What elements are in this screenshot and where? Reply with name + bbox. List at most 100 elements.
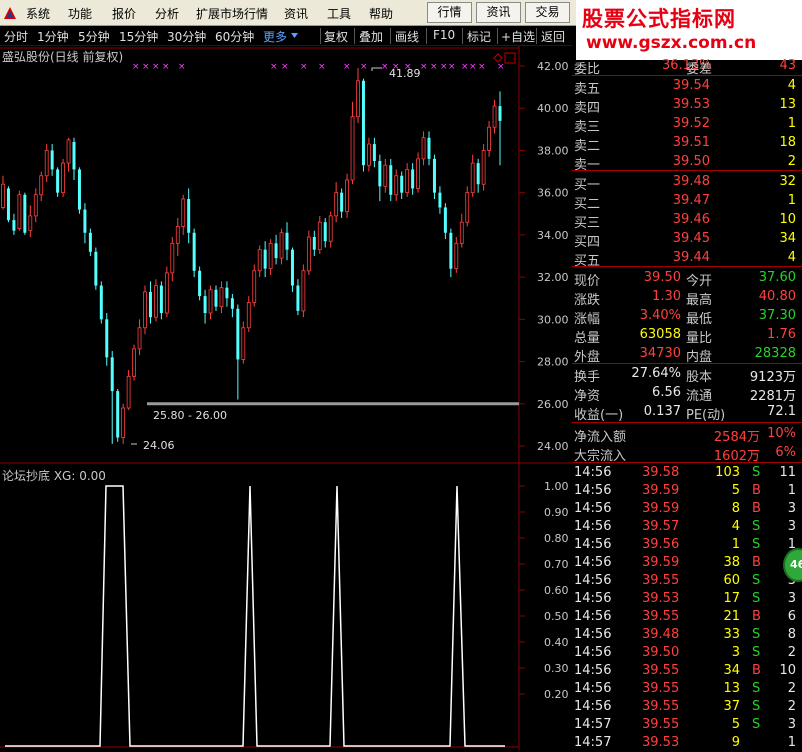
period-30min-button[interactable]: 30分钟 [167, 28, 206, 45]
fin-label: 流通 [686, 389, 713, 404]
fin-label: 净资 [574, 389, 601, 404]
tick-count: 1 [787, 735, 796, 750]
signal-marker: × [162, 62, 170, 72]
tick-side: S [752, 537, 761, 552]
candle-body-down [378, 161, 382, 187]
stat-label: 涨幅 [574, 312, 601, 327]
ind-tick-label: 0.90 [544, 506, 569, 519]
menu-analysis[interactable]: 分析 [155, 5, 179, 22]
menu-function[interactable]: 功能 [68, 5, 92, 22]
candle-body-down [498, 106, 502, 121]
candle-body-down [361, 80, 365, 166]
toolbar-divider [536, 28, 537, 44]
candle-body-down [290, 249, 294, 286]
ind-tick-label: 0.50 [544, 610, 569, 623]
divider [572, 422, 802, 423]
signal-marker: × [178, 62, 186, 72]
tick-count: 3 [787, 717, 796, 732]
candle-body-up [306, 236, 311, 272]
period-1min-button[interactable]: 1分钟 [37, 28, 69, 45]
period-15min-button[interactable]: 15分钟 [119, 28, 158, 45]
y-tick-label: 24.00 [537, 440, 569, 453]
tick-volume: 1 [731, 537, 740, 552]
chart-title: 盛弘股份(日线 前复权) [2, 50, 124, 64]
candle-body-up [356, 80, 360, 118]
signal-marker: × [430, 62, 438, 72]
back-button[interactable]: 返回 [541, 28, 565, 45]
bid-label: 买二 [574, 197, 601, 212]
tick-row: 14:56 39.55 37 S 2 [572, 698, 800, 716]
period-60min-button[interactable]: 60分钟 [215, 28, 254, 45]
candle-body-down [432, 158, 436, 193]
signal-marker: × [343, 62, 351, 72]
stat-row: 涨幅 3.40% 最低 37.30 [572, 307, 800, 327]
fin-row: 净资 6.56 流通 2281万 [572, 384, 800, 404]
candle-body-up [208, 289, 213, 314]
tick-volume: 21 [723, 609, 740, 624]
menu-system[interactable]: 系统 [26, 5, 50, 22]
f10-button[interactable]: F10 [433, 28, 455, 42]
candle-body-down [296, 285, 300, 311]
candle-body-up [1, 183, 5, 208]
bid-price: 39.46 [672, 212, 710, 227]
restore-rights-button[interactable]: 复权 [324, 28, 348, 45]
menu-tools[interactable]: 工具 [327, 5, 351, 22]
tab-market[interactable]: 行情 [427, 2, 472, 23]
tab-news[interactable]: 资讯 [476, 2, 521, 23]
menu-help[interactable]: 帮助 [369, 5, 393, 22]
stat-value: 37.30 [758, 308, 796, 323]
stat-value: 1.76 [767, 327, 796, 342]
stat-row: 现价 39.50 今开 37.60 [572, 269, 800, 289]
tick-volume: 3 [731, 645, 740, 660]
candle-body-down [449, 232, 453, 269]
candle-body-up [421, 137, 426, 160]
y-tick-label: 28.00 [537, 356, 569, 369]
overlay-button[interactable]: 叠加 [359, 28, 383, 45]
candle-body-up [164, 272, 169, 314]
tick-row: 14:56 39.55 34 B 10 [572, 662, 800, 680]
bid-volume: 4 [787, 250, 796, 265]
tick-price: 39.59 [642, 483, 680, 498]
menu-news[interactable]: 资讯 [284, 5, 308, 22]
draw-line-button[interactable]: 画线 [395, 28, 419, 45]
add-watchlist-button[interactable]: +自选 [501, 28, 535, 45]
tick-time: 14:56 [574, 645, 612, 660]
y-tick-label: 36.00 [537, 187, 569, 200]
candle-body-down [230, 298, 234, 309]
tab-trade[interactable]: 交易 [525, 2, 570, 23]
candle-body-up [454, 242, 459, 270]
tick-count: 6 [787, 609, 796, 624]
more-button[interactable]: 更多 [263, 28, 287, 45]
candle-body-up [219, 287, 224, 308]
mark-button[interactable]: 标记 [467, 28, 491, 45]
diamond-icon [493, 53, 503, 63]
candle-body-down [56, 169, 60, 193]
divider [572, 170, 802, 171]
candle-body-up [345, 179, 349, 213]
tick-volume: 5 [731, 717, 740, 732]
candle-body-up [367, 143, 371, 166]
tick-volume: 34 [723, 663, 740, 678]
tick-price: 39.55 [642, 663, 680, 678]
signal-marker: × [448, 62, 456, 72]
period-intraday-button[interactable]: 分时 [4, 28, 28, 45]
ind-tick-label: 0.20 [544, 688, 569, 701]
menu-extended-market[interactable]: 扩展市场行情 [196, 5, 268, 22]
menu-quote[interactable]: 报价 [112, 5, 136, 22]
stat-label: 总量 [574, 331, 601, 346]
tick-count: 1 [787, 483, 796, 498]
tick-row: 14:56 39.58 103 S 11 [572, 464, 800, 482]
flow-value: 2584万 [713, 430, 760, 445]
bid-label: 买一 [574, 178, 601, 193]
candle-body-up [328, 215, 333, 242]
candle-body-down [116, 391, 120, 438]
period-5min-button[interactable]: 5分钟 [78, 28, 110, 45]
tick-volume: 38 [723, 555, 740, 570]
signal-marker: × [478, 62, 486, 72]
candle-body-up [137, 327, 142, 350]
candle-body-down [443, 207, 447, 233]
flow-label: 净流入额 [574, 430, 627, 445]
tick-count: 10 [779, 663, 796, 678]
kline-chart[interactable]: × × × × × × × × × × × × × × × × × × × × × × 25.80 - 26.0041.8… [0, 46, 572, 750]
candle-body-down [94, 251, 98, 286]
